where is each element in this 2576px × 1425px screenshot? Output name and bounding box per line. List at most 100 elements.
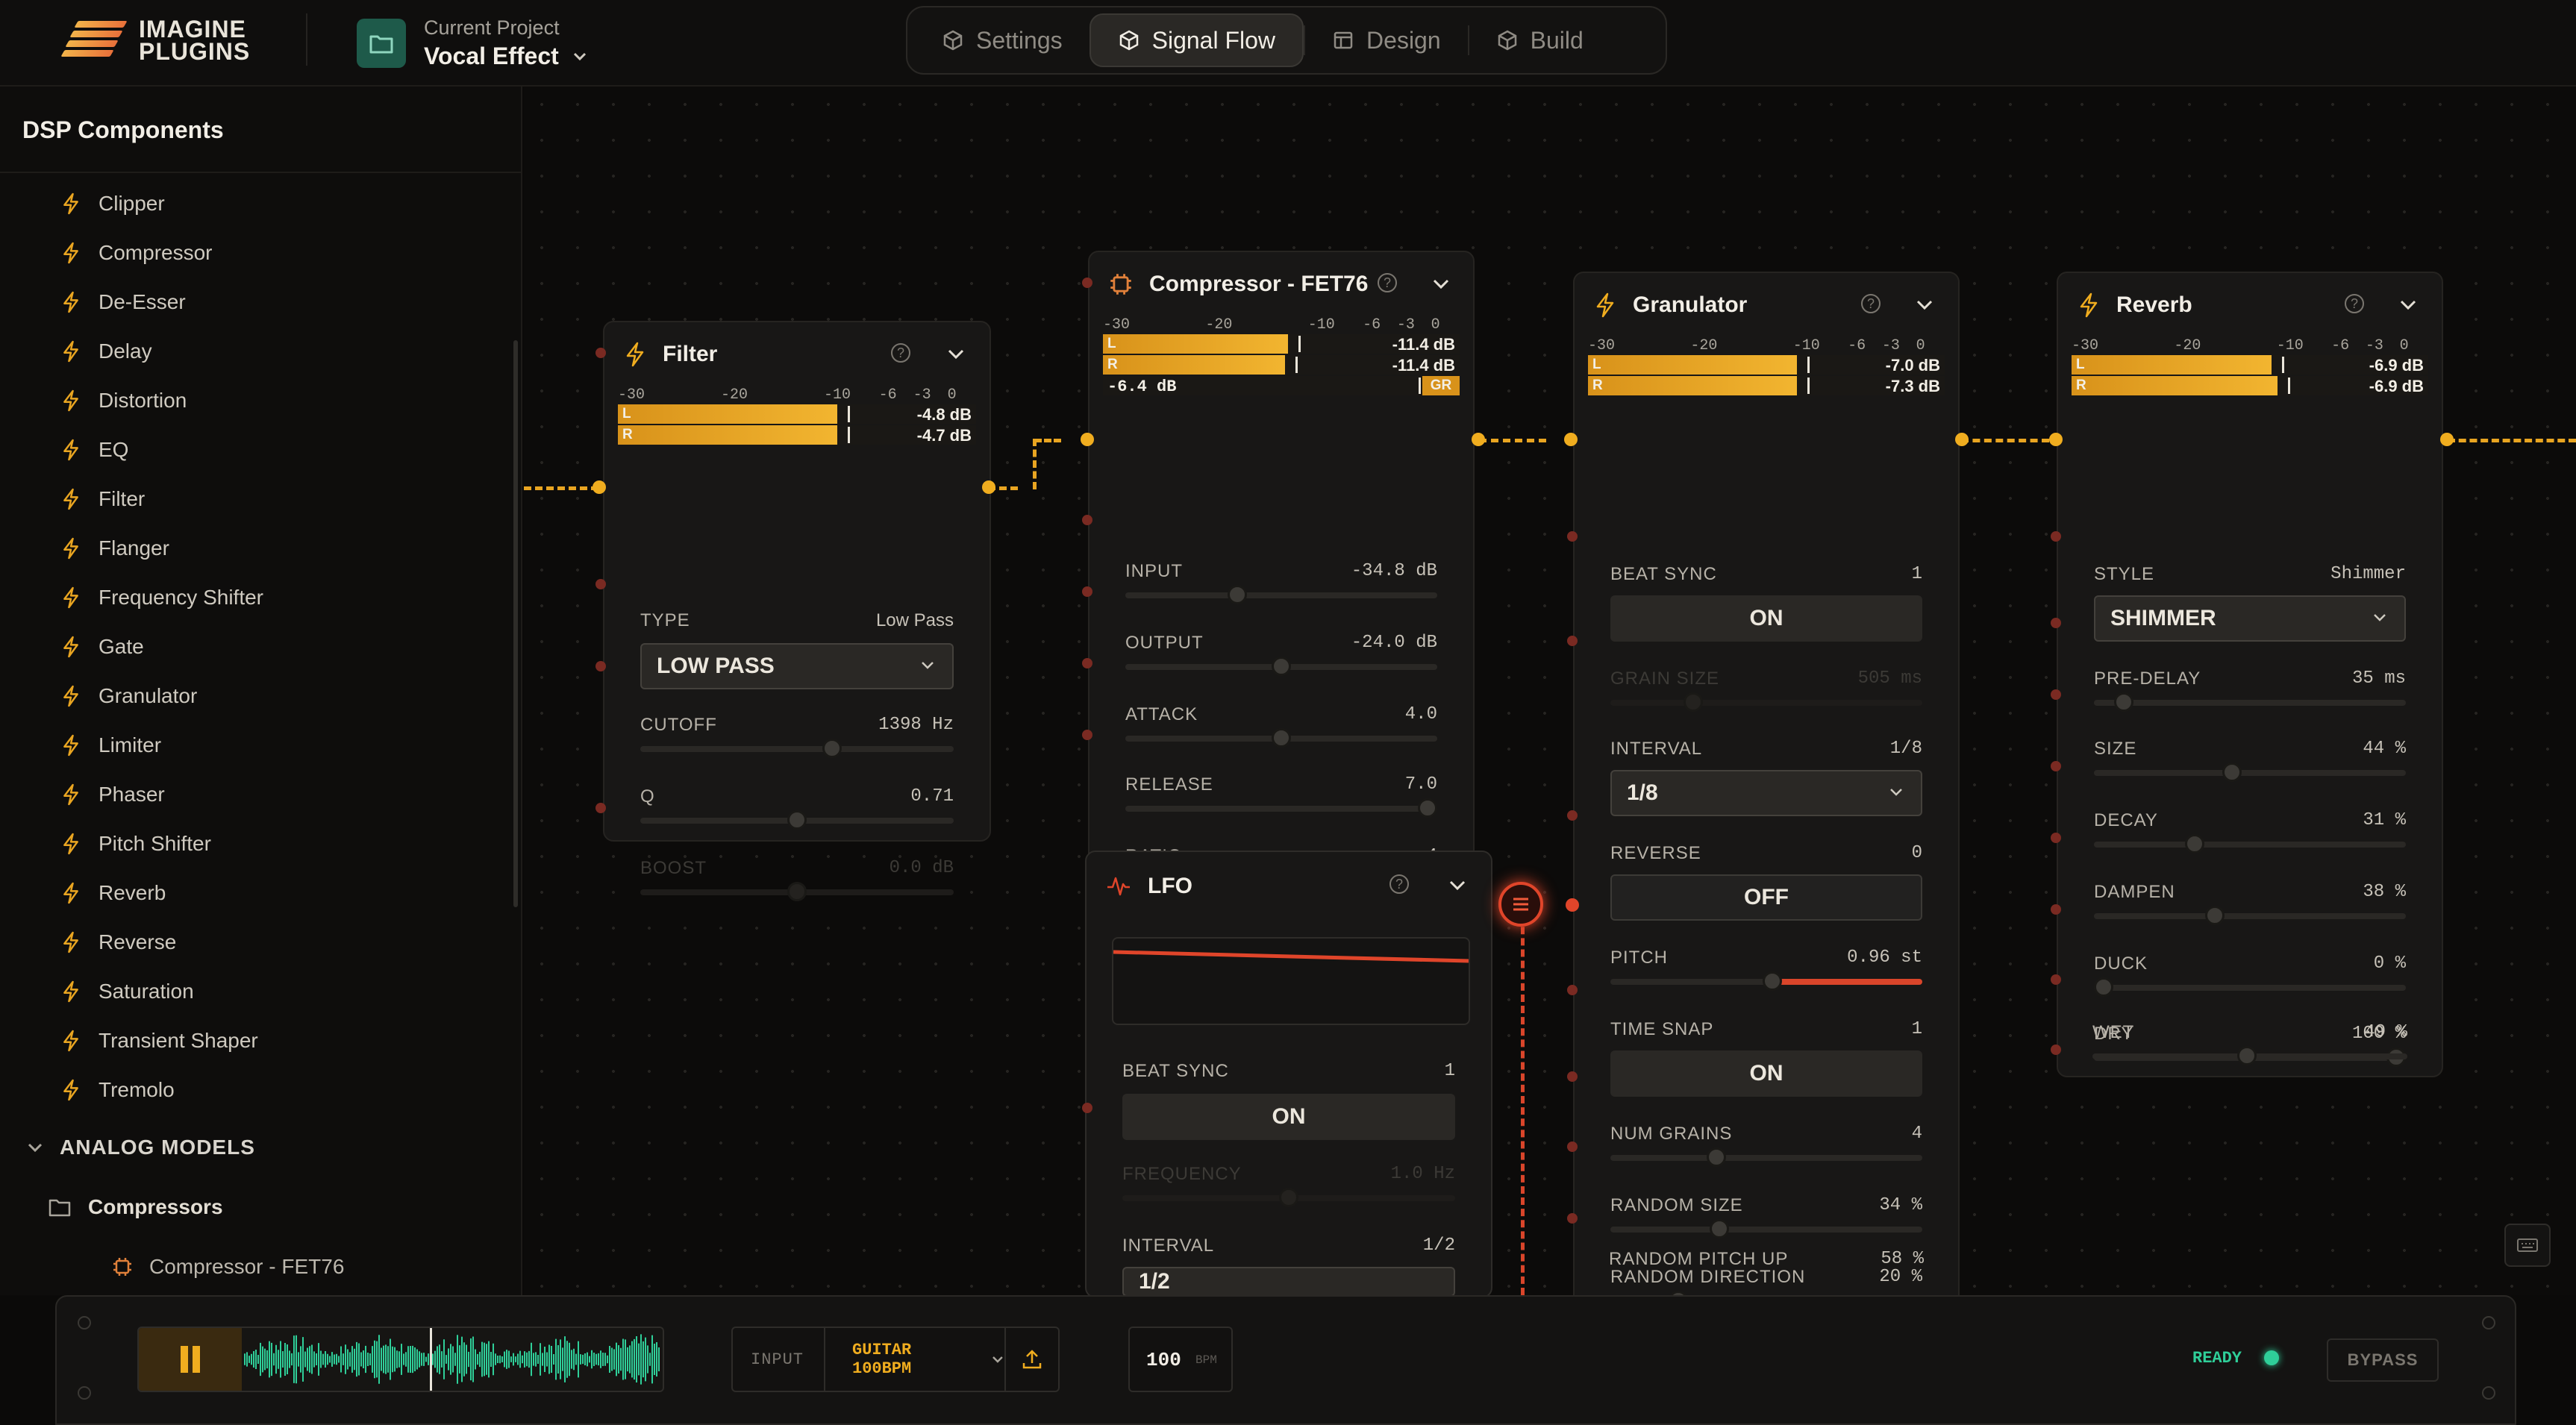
help-icon[interactable]: ? <box>891 343 910 363</box>
chevron-down-icon[interactable] <box>946 348 966 360</box>
tab-settings[interactable]: Settings <box>915 13 1090 67</box>
tab-signal-flow[interactable]: Signal Flow <box>1089 13 1304 67</box>
input-slider[interactable]: INPUT -34.8 dB <box>1125 561 1437 604</box>
brand-logo[interactable]: IMAGINE PLUGINS <box>54 16 250 64</box>
interval-select[interactable]: 1/2 <box>1122 1267 1455 1297</box>
sidebar-scrollbar[interactable] <box>513 340 518 907</box>
mod-port[interactable] <box>1082 515 1092 525</box>
random-pitch-up-slider[interactable]: RANDOM PITCH UP 58 % <box>1609 1249 1924 1294</box>
pre-delay-slider[interactable]: PRE-DELAY 35 ms <box>2094 668 2406 712</box>
component-item-transient-shaper[interactable]: Transient Shaper <box>0 1016 522 1065</box>
tab-build[interactable]: Build <box>1469 13 1610 67</box>
output-port[interactable] <box>593 480 606 494</box>
input-source-select[interactable]: GUITAR 100BPM <box>825 1328 1004 1391</box>
mod-port[interactable] <box>1082 586 1092 597</box>
component-item-compressor[interactable]: Compressor <box>0 228 522 278</box>
mod-port[interactable] <box>595 348 606 358</box>
analog-models-section[interactable]: ANALOG MODELS <box>27 1136 255 1159</box>
component-item-reverb[interactable]: Reverb <box>0 868 522 918</box>
mod-port[interactable] <box>1567 636 1578 646</box>
output-port[interactable] <box>2440 433 2454 446</box>
component-item-distortion[interactable]: Distortion <box>0 376 522 425</box>
keyboard-shortcuts-button[interactable] <box>2504 1224 2551 1267</box>
random-size-slider[interactable]: RANDOM SIZE 34 % <box>1610 1195 1922 1238</box>
chevron-down-icon[interactable] <box>1431 278 1451 290</box>
mod-port[interactable] <box>1082 730 1092 740</box>
mod-port[interactable] <box>1567 531 1578 542</box>
mod-port[interactable] <box>595 661 606 671</box>
tab-design[interactable]: Design <box>1305 13 1468 67</box>
mod-port[interactable] <box>1567 1213 1578 1224</box>
mod-port[interactable] <box>595 803 606 813</box>
help-icon[interactable]: ? <box>1861 294 1881 313</box>
mod-port[interactable] <box>2051 1045 2061 1055</box>
component-item-saturation[interactable]: Saturation <box>0 967 522 1016</box>
mod-port[interactable] <box>1567 810 1578 821</box>
component-item-filter[interactable]: Filter <box>0 475 522 524</box>
mod-port[interactable] <box>595 579 606 589</box>
num-grains-slider[interactable]: NUM GRAINS 4 <box>1610 1124 1922 1167</box>
time-snap-toggle[interactable]: ON <box>1610 1050 1922 1097</box>
bpm-field[interactable]: 100 BPM <box>1128 1327 1233 1392</box>
mod-port[interactable] <box>2051 618 2061 628</box>
q-slider[interactable]: Q 0.71 <box>640 786 954 830</box>
component-item-flanger[interactable]: Flanger <box>0 524 522 573</box>
component-item-pitch-shifter[interactable]: Pitch Shifter <box>0 819 522 868</box>
compressor-fet76-node[interactable]: Compressor - FET76 ? -30 -20 -10 -6 -3 0 L -11.… <box>1088 251 1475 937</box>
node-header[interactable]: Filter ? <box>604 322 990 386</box>
granulator-node[interactable]: Granulator ? -30 -20 -10 -6 -3 0 L -7.0 dB R -7.3… <box>1573 272 1960 1310</box>
mod-port[interactable] <box>2051 833 2061 843</box>
component-item-granulator[interactable]: Granulator <box>0 671 522 721</box>
upload-button[interactable] <box>1006 1328 1058 1391</box>
component-item-frequency-shifter[interactable]: Frequency Shifter <box>0 573 522 622</box>
mod-port[interactable] <box>1567 1071 1578 1082</box>
component-item-de-esser[interactable]: De-Esser <box>0 278 522 327</box>
frequency-slider[interactable]: FREQUENCY 1.0 Hz <box>1122 1164 1455 1207</box>
duck-slider[interactable]: DUCK 0 % <box>2094 953 2406 997</box>
waveform-player[interactable] <box>137 1327 664 1392</box>
boost-slider[interactable]: BOOST 0.0 dB <box>640 858 954 901</box>
mod-port[interactable] <box>2051 974 2061 985</box>
mod-port[interactable] <box>1082 278 1092 288</box>
output-slider[interactable]: OUTPUT -24.0 dB <box>1125 633 1437 676</box>
pause-button[interactable] <box>139 1328 242 1391</box>
beat-sync-toggle[interactable]: ON <box>1122 1094 1455 1140</box>
pitch-slider[interactable]: PITCH 0.96 st <box>1610 948 1922 991</box>
folder-compressors[interactable]: Compressors <box>48 1195 223 1219</box>
node-header[interactable]: Compressor - FET76 ? <box>1090 252 1473 316</box>
mod-port[interactable] <box>1082 1103 1092 1113</box>
chevron-down-icon[interactable] <box>2398 299 2418 311</box>
mod-port[interactable] <box>2051 689 2061 700</box>
mod-port[interactable] <box>1567 985 1578 995</box>
reverse-toggle[interactable]: OFF <box>1610 874 1922 921</box>
input-port[interactable] <box>1081 433 1094 446</box>
mod-port-active[interactable] <box>1566 898 1579 912</box>
help-icon[interactable]: ? <box>1389 874 1409 894</box>
mod-port[interactable] <box>1567 1141 1578 1152</box>
input-port[interactable] <box>982 480 995 494</box>
attack-slider[interactable]: ATTACK 4.0 <box>1125 704 1437 748</box>
component-item-phaser[interactable]: Phaser <box>0 770 522 819</box>
component-item-gate[interactable]: Gate <box>0 622 522 671</box>
help-icon[interactable]: ? <box>1378 273 1397 292</box>
help-icon[interactable]: ? <box>2345 294 2364 313</box>
reverb-node[interactable]: Reverb ? -30 -20 -10 -6 -3 0 L -6.9 dB R -6.9 dB … <box>2057 272 2443 1077</box>
mod-port[interactable] <box>1082 658 1092 668</box>
project-switcher[interactable]: Current Project Vocal Effect <box>357 16 587 70</box>
chevron-down-icon[interactable] <box>1448 880 1467 892</box>
node-header[interactable]: Reverb ? <box>2058 273 2442 337</box>
node-header[interactable]: LFO ? <box>1087 852 1491 921</box>
input-port[interactable] <box>2049 433 2063 446</box>
release-slider[interactable]: RELEASE 7.0 <box>1125 774 1437 818</box>
input-port[interactable] <box>1564 433 1578 446</box>
wet-slider[interactable]: WET 49 % <box>2092 1022 2407 1065</box>
playhead[interactable] <box>430 1328 432 1391</box>
style-select[interactable]: SHIMMER <box>2094 595 2406 642</box>
decay-slider[interactable]: DECAY 31 % <box>2094 810 2406 854</box>
output-port[interactable] <box>1955 433 1969 446</box>
interval-select[interactable]: 1/8 <box>1610 770 1922 816</box>
component-item-limiter[interactable]: Limiter <box>0 721 522 770</box>
size-slider[interactable]: SIZE 44 % <box>2094 739 2406 782</box>
lfo-output-port[interactable] <box>1498 882 1543 927</box>
grain-size-slider[interactable]: GRAIN SIZE 505 ms <box>1610 668 1922 712</box>
